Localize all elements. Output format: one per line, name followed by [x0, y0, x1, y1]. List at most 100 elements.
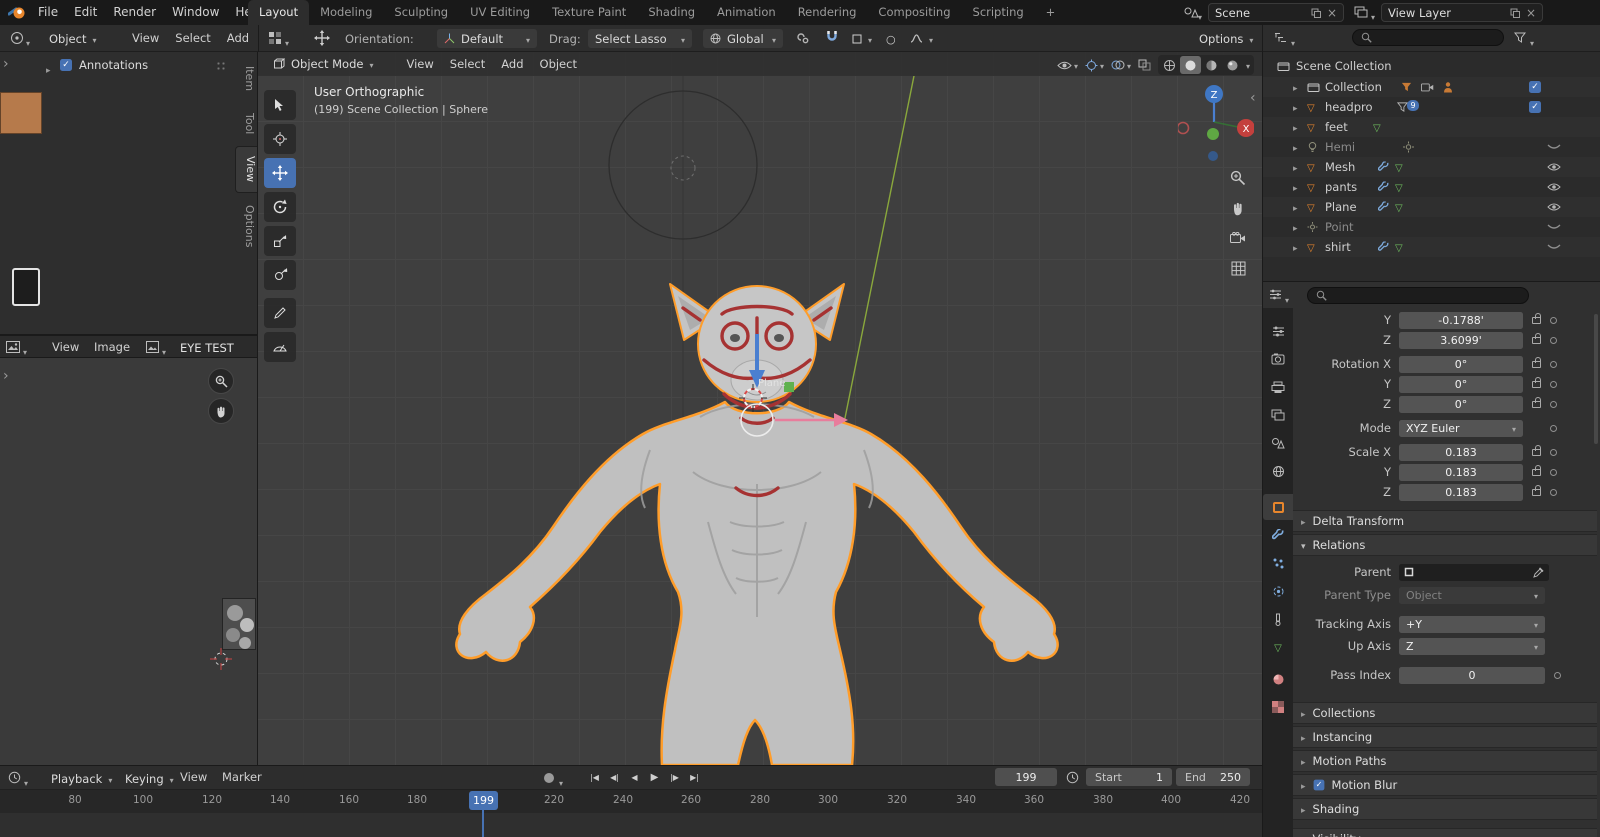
timeline-editor-caret-icon[interactable] [24, 775, 28, 789]
image-editor-canvas[interactable] [0, 358, 258, 765]
blender-logo-icon[interactable] [8, 5, 26, 20]
tab-modifiers[interactable] [1263, 522, 1293, 548]
viewport-ortho-toggle-button[interactable] [1226, 256, 1250, 280]
pivot-dropdown[interactable]: Global [703, 29, 783, 48]
menu-window[interactable]: Window [164, 0, 227, 25]
tab-view-layer[interactable] [1263, 402, 1293, 428]
add-workspace-button[interactable]: + [1035, 0, 1067, 25]
tab-constraints[interactable] [1263, 606, 1293, 632]
lock-icon[interactable] [1532, 317, 1541, 324]
restrict-select-icon[interactable] [1401, 82, 1412, 93]
region-expand-icon[interactable] [3, 368, 9, 384]
snap-link-icon[interactable] [796, 32, 809, 44]
workspace-tab-shading[interactable]: Shading [637, 0, 706, 25]
select-box-tool[interactable] [264, 90, 296, 120]
editor-type-icon[interactable] [10, 31, 24, 45]
restrict-render-icon[interactable] [1421, 82, 1435, 93]
section-motion-paths[interactable]: Motion Paths [1293, 750, 1597, 772]
visibility-dropdown[interactable] [1057, 58, 1078, 72]
tab-object[interactable] [1263, 494, 1293, 520]
image-browse-caret-icon[interactable] [162, 344, 166, 358]
image-pan-button[interactable] [208, 398, 234, 424]
editor-type-caret-icon[interactable] [26, 35, 30, 49]
expand-icon[interactable] [1293, 180, 1298, 194]
animate-dot-icon[interactable] [1550, 469, 1557, 476]
sidebar-tab-tool[interactable]: Tool [235, 103, 257, 144]
view-layer-selector[interactable]: View Layer [1381, 3, 1543, 22]
object-popover[interactable]: Object [42, 29, 103, 48]
timeline-editor-icon[interactable] [8, 771, 21, 784]
viewport-menu-object[interactable]: Object [532, 53, 585, 76]
menu-render[interactable]: Render [105, 0, 164, 25]
viewport-zoom-button[interactable] [1226, 166, 1250, 190]
play-button[interactable] [645, 769, 664, 786]
view-layer-caret-icon[interactable] [1371, 9, 1375, 23]
sidebar-tab-item[interactable]: Item [235, 56, 257, 101]
previous-keyframe-button[interactable] [605, 769, 624, 786]
viewport-menu-view[interactable]: View [398, 53, 441, 76]
expand-icon[interactable] [1293, 200, 1298, 214]
workspace-tab-compositing[interactable]: Compositing [867, 0, 961, 25]
outliner-search-input[interactable] [1352, 29, 1504, 46]
annotation-color-swatch[interactable] [0, 92, 42, 134]
image-datablock-icon[interactable] [12, 268, 40, 306]
navigation-gizmo[interactable]: Z X [1178, 80, 1254, 162]
xray-toggle-icon[interactable] [1138, 59, 1151, 71]
shading-solid-button[interactable] [1180, 56, 1201, 74]
shading-wireframe-button[interactable] [1159, 56, 1180, 74]
viewport-pan-button[interactable] [1226, 196, 1250, 220]
parent-type-dropdown[interactable]: Object [1399, 587, 1545, 604]
new-view-layer-icon[interactable] [1510, 8, 1520, 18]
playback-dropdown[interactable]: Playback [44, 769, 119, 788]
annotations-expand-icon[interactable] [46, 62, 51, 76]
animate-dot-icon[interactable] [1550, 449, 1557, 456]
options-dropdown[interactable]: Options [1192, 29, 1260, 48]
properties-search-input[interactable] [1307, 287, 1529, 304]
texture-preview-thumbnail[interactable] [222, 598, 256, 650]
hide-eye-icon[interactable] [1547, 182, 1561, 192]
rotation-y-field[interactable]: 0° [1399, 376, 1523, 393]
properties-editor-icon[interactable] [1269, 288, 1282, 301]
scene-selector[interactable]: Scene [1208, 3, 1344, 22]
workspace-tab-modeling[interactable]: Modeling [309, 0, 383, 25]
lock-icon[interactable] [1532, 489, 1541, 496]
expand-icon[interactable] [1293, 140, 1298, 154]
section-collections[interactable]: Collections [1293, 702, 1597, 724]
workspace-tab-rendering[interactable]: Rendering [787, 0, 868, 25]
unlink-scene-icon[interactable] [1327, 6, 1337, 20]
panel-grip-icon[interactable] [216, 61, 226, 71]
move-tool[interactable] [264, 158, 296, 188]
region-expand-icon[interactable] [3, 56, 9, 72]
transform-tool[interactable] [264, 260, 296, 290]
section-shading[interactable]: Shading [1293, 798, 1597, 820]
rotation-mode-dropdown[interactable]: XYZ Euler [1399, 420, 1523, 437]
tab-scene[interactable] [1263, 430, 1293, 456]
sidebar-tab-options[interactable]: Options [235, 195, 257, 257]
image-browse-icon[interactable] [146, 341, 159, 353]
rotation-x-field[interactable]: 0° [1399, 356, 1523, 373]
view-layer-icon[interactable] [1354, 6, 1369, 19]
properties-editor-caret-icon[interactable] [1285, 292, 1289, 306]
lock-icon[interactable] [1532, 469, 1541, 476]
playhead-line[interactable] [482, 810, 484, 837]
sidebar-tab-view[interactable]: View [235, 146, 257, 192]
expand-icon[interactable] [1293, 120, 1298, 134]
image-editor-caret-icon[interactable] [23, 344, 27, 358]
menu-select[interactable]: Select [167, 27, 218, 50]
pass-index-field[interactable]: 0 [1399, 667, 1545, 684]
eyedropper-icon[interactable] [1533, 567, 1544, 578]
shading-rendered-button[interactable] [1222, 56, 1243, 74]
image-menu-image[interactable]: Image [86, 336, 138, 359]
annotate-tool[interactable] [264, 298, 296, 328]
tool-settings-caret-icon[interactable] [285, 35, 289, 49]
animate-dot-icon[interactable] [1550, 337, 1557, 344]
exclude-checkbox[interactable] [1529, 81, 1541, 93]
selected-character-object[interactable] [456, 284, 1057, 765]
outliner-item-plane[interactable]: Plane [1263, 197, 1600, 217]
use-preview-range-icon[interactable] [1066, 771, 1079, 784]
tab-material[interactable] [1263, 666, 1293, 692]
shading-dropdown-caret-icon[interactable] [1246, 58, 1250, 72]
timeline-menu-view[interactable]: View [172, 766, 215, 789]
current-frame-field[interactable]: 199 [995, 768, 1057, 786]
hide-eye-icon[interactable] [1547, 202, 1561, 212]
